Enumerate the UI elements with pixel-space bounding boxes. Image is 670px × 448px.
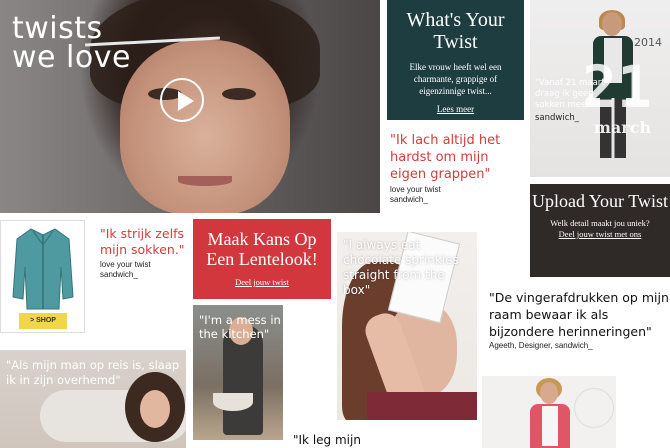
choc-shirt bbox=[367, 392, 477, 420]
lees-meer-link[interactable]: Lees meer bbox=[387, 104, 524, 114]
fashion-quote-text: "Vanaf 21 maart draag ik geen sokken mee… bbox=[535, 78, 605, 110]
quote-vinger-text: "De vingerafdrukken op mijn raam bewaar … bbox=[489, 290, 669, 339]
jacket-product[interactable]: > SHOP bbox=[0, 220, 85, 333]
kitchen-bowl bbox=[213, 393, 253, 411]
upload-heading: Upload Your Twist bbox=[532, 191, 668, 211]
year-label: 2014 bbox=[634, 36, 662, 49]
upload-link[interactable]: Deel jouw twist met ons bbox=[530, 229, 670, 239]
chocolate-photo[interactable]: "I always eat chocolate sprinkles straig… bbox=[337, 232, 477, 420]
quote-lach-byline2: sandwich_ bbox=[390, 195, 428, 204]
quote-lach: "Ik lach altijd het hardst om mijn eigen… bbox=[390, 132, 525, 205]
upload-text: Welk detail maakt jou uniek? bbox=[550, 218, 650, 228]
sleeping-photo[interactable]: "Als mijn man op reis is, slaap ik in zi… bbox=[0, 350, 186, 448]
hero-face bbox=[120, 40, 290, 213]
hero-title-line2: we love bbox=[12, 40, 131, 75]
fashion-quote-byline: sandwich_ bbox=[535, 113, 580, 123]
jacket-image bbox=[12, 228, 74, 310]
kitchen-quote: "I'm a mess in the kitchen" bbox=[199, 313, 281, 341]
maak-kans-heading: Maak Kans Op Een Lentelook! bbox=[206, 229, 318, 269]
model2-head bbox=[540, 382, 558, 404]
quote-vinger-byline: Ageeth, Designer, sandwich_ bbox=[489, 341, 593, 350]
whats-your-twist-text: Elke vrouw heeft wel een charmante, grap… bbox=[409, 62, 502, 96]
quote-leg: "Ik leg mijn bbox=[293, 433, 361, 447]
model2-top bbox=[542, 406, 558, 446]
quote-vinger: "De vingerafdrukken op mijn raam bewaar … bbox=[489, 289, 670, 350]
fashion-photo-top[interactable]: 2014 21 march "Vanaf 21 maart draag ik g… bbox=[530, 0, 670, 177]
hero-eye-right bbox=[222, 88, 256, 100]
flower-icon bbox=[574, 388, 614, 428]
play-icon[interactable] bbox=[160, 78, 204, 122]
hero-video[interactable]: twists we love bbox=[0, 0, 380, 213]
sleeping-face bbox=[140, 390, 170, 428]
chocolate-quote: "I always eat chocolate sprinkles straig… bbox=[343, 238, 459, 297]
whats-your-twist-heading: What's Your Twist bbox=[406, 9, 505, 53]
shop-button[interactable]: > SHOP bbox=[19, 313, 67, 329]
quote-strijk: "Ik strijk zelfs mijn sokken." love your… bbox=[100, 226, 190, 280]
deel-jouw-twist-link[interactable]: Deel jouw twist bbox=[193, 277, 331, 287]
quote-strijk-text: "Ik strijk zelfs mijn sokken." bbox=[100, 226, 185, 257]
hero-title: twists we love bbox=[12, 11, 131, 75]
hero-mouth bbox=[178, 176, 232, 186]
quote-lach-byline1: love your twist bbox=[390, 185, 441, 194]
kitchen-photo[interactable]: "I'm a mess in the kitchen" bbox=[193, 305, 283, 440]
fashion-photo-bottom[interactable] bbox=[482, 376, 616, 448]
quote-strijk-byline2: sandwich_ bbox=[100, 270, 138, 279]
whats-your-twist-panel: What's Your Twist Elke vrouw heeft wel e… bbox=[387, 0, 524, 120]
fashion-quote: "Vanaf 21 maart draag ik geen sokken mee… bbox=[535, 78, 605, 124]
hero-title-line1: twists bbox=[12, 11, 103, 46]
quote-strijk-byline1: love your twist bbox=[100, 260, 151, 269]
maak-kans-panel: Maak Kans Op Een Lentelook! Deel jouw tw… bbox=[193, 219, 331, 299]
sleeping-quote: "Als mijn man op reis is, slaap ik in zi… bbox=[6, 358, 180, 387]
upload-twist-panel: Upload Your Twist Welk detail maakt jou … bbox=[530, 184, 670, 277]
quote-lach-text: "Ik lach altijd het hardst om mijn eigen… bbox=[390, 133, 501, 182]
